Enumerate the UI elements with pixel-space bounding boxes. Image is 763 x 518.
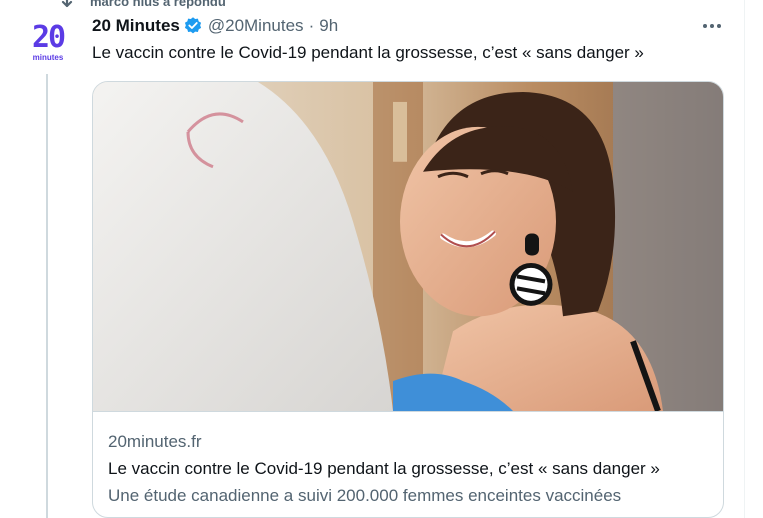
social-context[interactable]: marco nius a répondu	[58, 0, 226, 11]
timeline-right-border	[744, 0, 745, 518]
avatar[interactable]: 20 minutes	[24, 18, 72, 66]
author-handle[interactable]: @20Minutes	[208, 16, 304, 36]
card-title: Le vaccin contre le Covid-19 pendant la …	[108, 459, 660, 478]
tweet-header: 20 Minutes @20Minutes · 9h	[92, 14, 338, 38]
more-horizontal-icon	[703, 24, 721, 28]
social-context-text: marco nius a répondu	[90, 0, 226, 9]
author-name[interactable]: 20 Minutes	[92, 16, 180, 36]
link-card[interactable]: 20minutes.fr Le vaccin contre le Covid-1…	[92, 81, 724, 518]
avatar-logo-number: 20	[31, 19, 66, 55]
header-separator: ·	[308, 16, 315, 35]
reply-arrow-icon	[61, 0, 73, 8]
avatar-logo-word: minutes	[32, 52, 64, 62]
tweet-timestamp[interactable]: 9h	[319, 16, 338, 36]
more-options-button[interactable]	[700, 16, 724, 36]
card-domain: 20minutes.fr	[108, 432, 202, 451]
tweet-text: Le vaccin contre le Covid-19 pendant la …	[92, 43, 644, 62]
verified-badge-icon	[184, 17, 201, 34]
card-image[interactable]	[93, 82, 723, 412]
thread-line	[46, 74, 48, 518]
card-description: Une étude canadienne a suivi 200.000 fem…	[108, 486, 622, 505]
